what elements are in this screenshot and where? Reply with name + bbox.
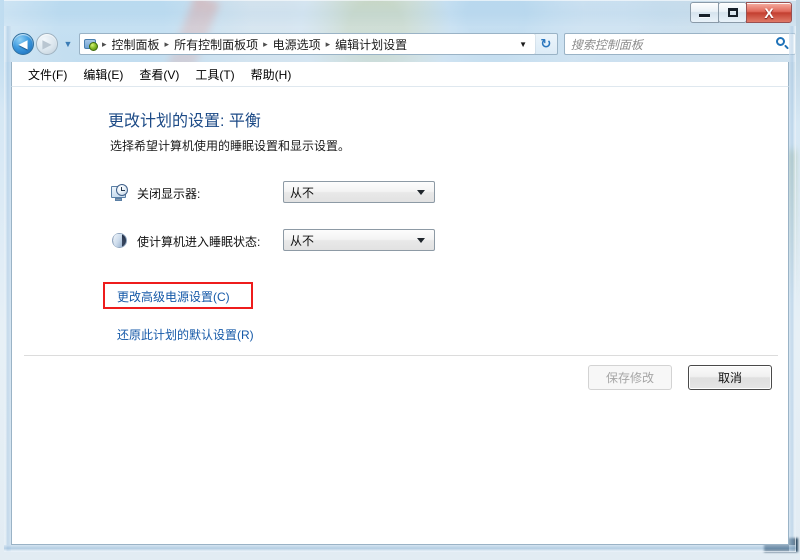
page-subtitle: 选择希望计算机使用的睡眠设置和显示设置。 [110,139,351,153]
sleep-dropdown[interactable]: 从不 [283,229,435,251]
action-buttons: 保存修改 取消 [588,365,772,390]
window-title-bar[interactable]: X [4,0,796,26]
breadcrumb-dropdown-icon[interactable]: ▼ [515,40,533,49]
turn-off-display-value: 从不 [290,185,315,200]
sleep-value: 从不 [290,233,315,248]
annotation-highlight-box [103,282,253,309]
breadcrumb-item-all-items[interactable]: 所有控制面板项 [170,35,262,54]
menu-item-view[interactable]: 查看(V) [131,64,187,85]
page-title: 更改计划的设置: 平衡 [108,113,261,130]
window-border-right[interactable] [789,26,796,552]
maximize-button[interactable] [718,2,747,23]
close-icon: X [764,4,774,21]
breadcrumb-item-power-options[interactable]: 电源选项 [269,35,325,54]
chevron-down-icon: ▼ [63,39,73,49]
setting-row-sleep: 使计算机进入睡眠状态: [110,229,260,253]
turn-off-display-dropdown[interactable]: 从不 [283,181,435,203]
breadcrumb-item-edit-plan-settings[interactable]: 编辑计划设置 [331,35,411,54]
refresh-icon: ↻ [540,36,552,51]
content-area: 更改计划的设置: 平衡 选择希望计算机使用的睡眠设置和显示设置。 关闭显示器: … [11,86,789,545]
menu-item-help[interactable]: 帮助(H) [243,64,300,85]
minimize-button[interactable] [690,2,719,23]
refresh-button[interactable]: ↻ [535,33,558,55]
setting-row-turn-off-display: 关闭显示器: [110,181,200,205]
menu-item-edit[interactable]: 编辑(E) [75,64,131,85]
address-bar: ◀ ▶ ▼ ▸ 控制面板 ▸ 所有控制面板项 ▸ 电源选项 ▸ 编辑计划设置 ▼ [4,26,796,62]
breadcrumb[interactable]: ▸ 控制面板 ▸ 所有控制面板项 ▸ 电源选项 ▸ 编辑计划设置 ▼ [79,33,536,55]
minimize-icon [699,14,710,17]
menu-item-tools[interactable]: 工具(T) [187,64,242,85]
control-panel-icon [83,36,99,52]
back-button[interactable]: ◀ [12,33,34,55]
close-button[interactable]: X [746,2,792,23]
save-changes-label: 保存修改 [605,371,654,385]
forward-arrow-icon: ▶ [42,37,52,51]
breadcrumb-item-control-panel[interactable]: 控制面板 [108,35,164,54]
navigation-buttons: ◀ ▶ ▼ [12,33,74,55]
content-divider [24,355,778,356]
search-input[interactable]: 搜索控制面板 [571,36,775,53]
maximize-icon [727,8,738,17]
chevron-down-icon [417,237,425,243]
setting-label-sleep: 使计算机进入睡眠状态: [137,234,261,249]
chevron-down-icon [417,189,425,195]
moon-sleep-icon [110,231,130,251]
search-icon[interactable] [775,36,791,52]
control-panel-window: X ◀ ▶ ▼ ▸ 控制面板 ▸ 所有控制面板项 ▸ 电源选项 ▸ 编辑计划设置… [4,0,796,552]
menu-item-file[interactable]: 文件(F) [20,64,75,85]
search-box[interactable]: 搜索控制面板 [563,33,796,55]
back-arrow-icon: ◀ [18,37,28,51]
setting-label-turn-off-display: 关闭显示器: [137,186,201,201]
monitor-clock-icon [110,183,130,203]
cancel-label: 取消 [717,371,742,385]
cancel-button[interactable]: 取消 [688,365,772,390]
window-border-left[interactable] [4,26,11,552]
restore-plan-defaults-link[interactable]: 还原此计划的默认设置(R) [117,326,254,343]
recent-pages-button[interactable]: ▼ [62,36,74,52]
menu-bar: 文件(F) 编辑(E) 查看(V) 工具(T) 帮助(H) [11,62,789,86]
forward-button[interactable]: ▶ [36,33,58,55]
save-changes-button[interactable]: 保存修改 [588,365,672,390]
window-border-bottom[interactable] [4,545,796,552]
window-controls: X [690,2,792,23]
